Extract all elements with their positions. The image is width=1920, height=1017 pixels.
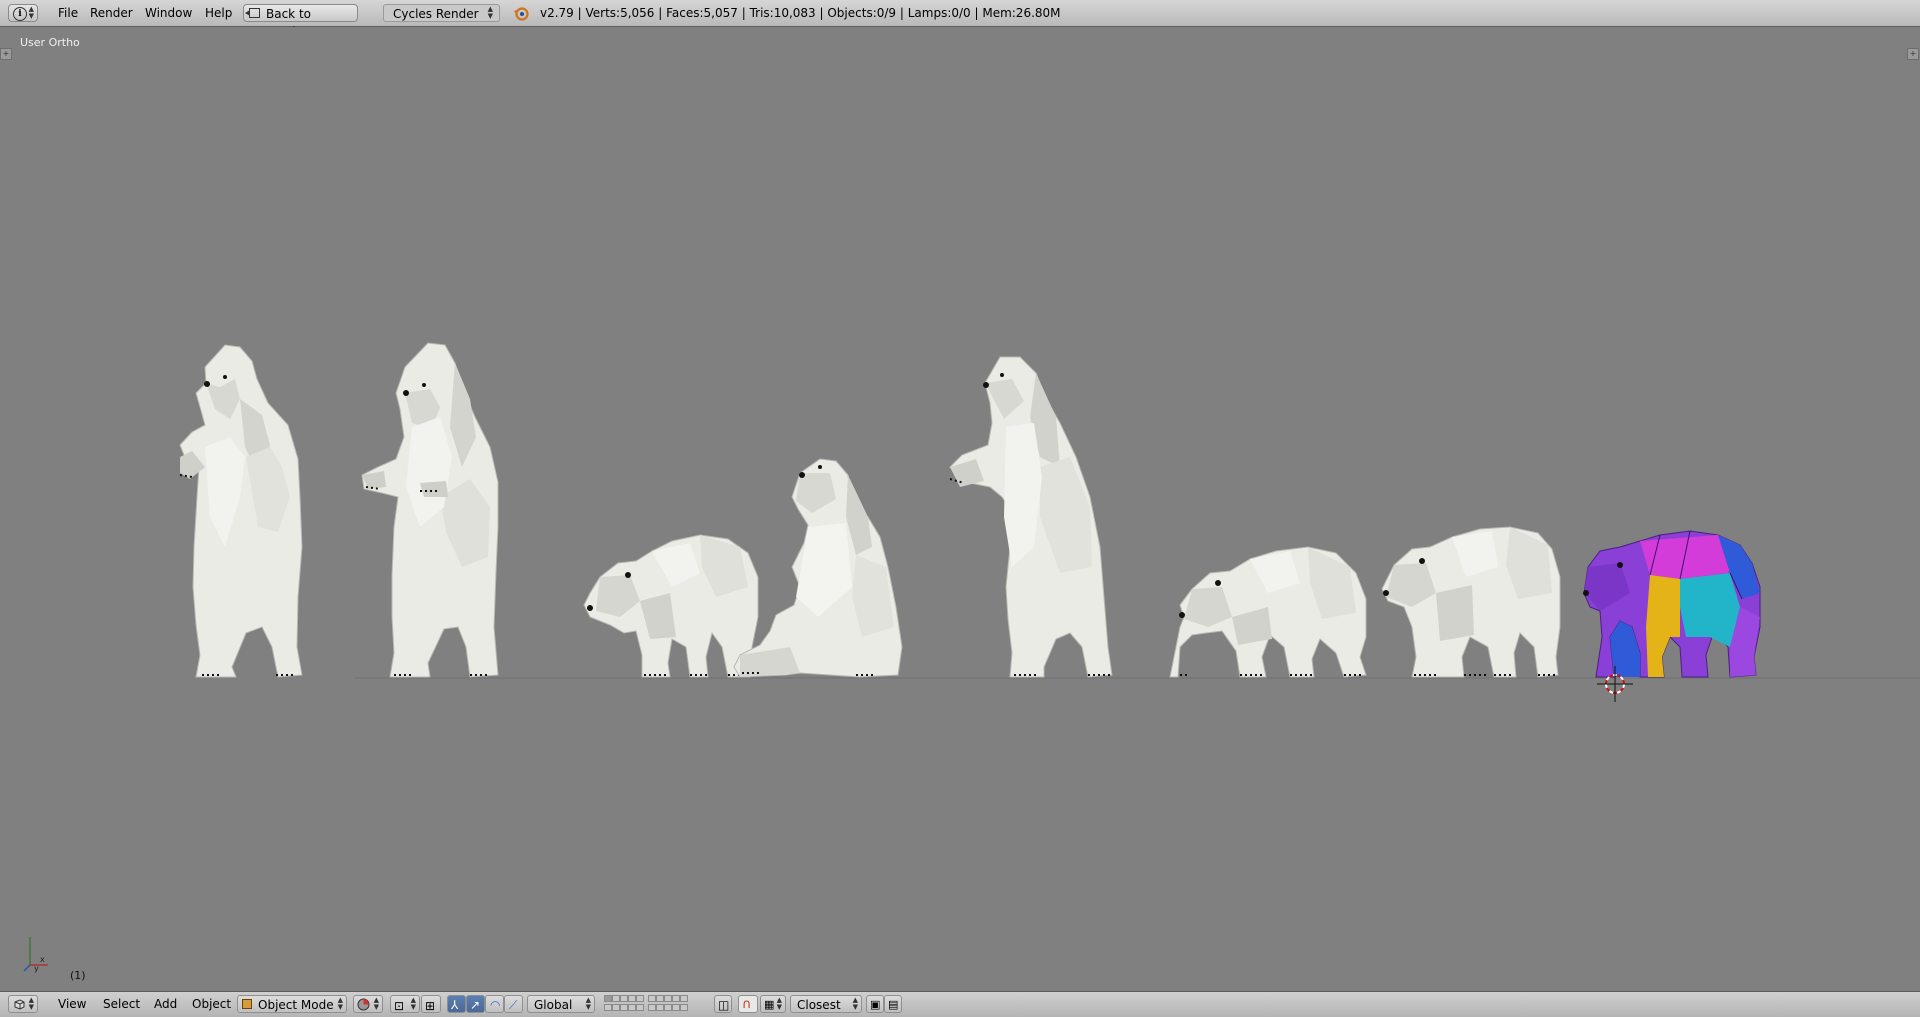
3d-view-header: ▲ ▼ View Select Add Object Object Mode ▲ ▼… (0, 991, 1920, 1017)
layer-12[interactable] (612, 1004, 620, 1011)
back-screen-icon (245, 8, 260, 18)
polar-bear-walking-1[interactable] (583, 534, 759, 678)
translate-arrow-icon: ↗ (470, 998, 481, 1012)
manipulator-icon: ⅄ (451, 998, 459, 1012)
updown-arrows-icon: ▲ ▼ (28, 996, 34, 1011)
layer-8[interactable] (664, 995, 672, 1002)
polar-bear-standing-3[interactable] (949, 356, 1113, 678)
layer-6[interactable] (648, 995, 656, 1002)
snap-element-select[interactable]: ▦ ▲ ▼ (760, 995, 786, 1013)
interaction-mode-value: Object Mode (258, 998, 334, 1012)
info-header: i ▲▼ File Render Window Help Back to Pre… (0, 0, 1920, 39)
object-mode-icon (242, 999, 252, 1009)
menu-file[interactable]: File (52, 4, 84, 22)
layer-9[interactable] (672, 995, 680, 1002)
polar-bear-sitting[interactable] (733, 458, 903, 678)
updown-arrows-icon: ▲ ▼ (852, 996, 858, 1011)
opengl-render-animation-button[interactable]: ▤ (884, 995, 902, 1013)
scene-canvas: x y (23, 342, 1920, 973)
axis-x-label: x (40, 955, 45, 964)
pivot-center-toggle[interactable]: ⊞ (421, 995, 441, 1013)
scale-handle-icon: ⟋ (509, 998, 518, 1012)
menu-object[interactable]: Object (186, 995, 237, 1013)
editor-type-button[interactable]: i ▲ ▼ (8, 4, 38, 22)
rotate-manipulator-toggle[interactable]: ◠ (485, 995, 504, 1013)
render-engine-value: Cycles Render (393, 7, 479, 21)
layer-18[interactable] (664, 1004, 672, 1011)
current-frame-label: (1) (70, 969, 86, 982)
viewport-shading-select[interactable]: ▲ ▼ (353, 995, 383, 1013)
layer-20[interactable] (680, 1004, 688, 1011)
snap-toggle[interactable]: ∩ (738, 995, 758, 1013)
opengl-render-image-button[interactable]: ▣ (866, 995, 884, 1013)
shading-sphere-icon (357, 998, 370, 1011)
manipulator-toggle[interactable]: ⅄ (447, 995, 466, 1013)
layer-14[interactable] (628, 1004, 636, 1011)
interaction-mode-select[interactable]: Object Mode ▲ ▼ (237, 995, 347, 1013)
updown-arrows-icon: ▲ ▼ (337, 996, 343, 1011)
layer-1-active-icon[interactable] (604, 995, 612, 1002)
blender-logo-icon (514, 7, 529, 21)
updown-arrows-icon: ▲ ▼ (28, 5, 34, 20)
menu-view[interactable]: View (52, 995, 92, 1013)
proportional-edit-icon: ◫ (718, 998, 730, 1012)
pivot-point-icon: ⊡ (394, 999, 405, 1013)
layer-buttons[interactable] (604, 995, 708, 1013)
updown-arrows-icon: ▲ ▼ (373, 996, 379, 1011)
proportional-edit-toggle[interactable]: ◫ (714, 995, 732, 1013)
polar-bear-standing-2[interactable] (361, 342, 499, 678)
menu-add[interactable]: Add (148, 995, 183, 1013)
layer-7[interactable] (656, 995, 664, 1002)
scale-manipulator-toggle[interactable]: ⟋ (504, 995, 523, 1013)
layer-2[interactable] (612, 995, 620, 1002)
render-engine-select[interactable]: Cycles Render ▲ ▼ (383, 4, 500, 22)
magnet-icon: ∩ (742, 997, 752, 1012)
transform-orientation-value: Global (534, 998, 573, 1012)
polar-bear-walking-2[interactable] (1169, 546, 1367, 678)
view-axis-gizmo-icon: x y (23, 937, 48, 973)
updown-arrows-icon: ▲ ▼ (585, 996, 591, 1011)
layer-5[interactable] (636, 995, 644, 1002)
transform-orientation-select[interactable]: Global ▲ ▼ (527, 995, 595, 1013)
layer-11[interactable] (604, 1004, 612, 1011)
pivot-center-icon: ⊞ (425, 999, 436, 1013)
layer-4[interactable] (628, 995, 636, 1002)
updown-arrows-icon: ▲ ▼ (410, 996, 416, 1011)
axis-y-label: y (34, 964, 39, 973)
updown-arrows-icon: ▲ ▼ (776, 996, 782, 1011)
layer-16[interactable] (648, 1004, 656, 1011)
menu-help[interactable]: Help (199, 4, 238, 22)
camera-icon: ▣ (870, 998, 881, 1011)
layer-19[interactable] (672, 1004, 680, 1011)
snap-increment-icon: ▦ (764, 998, 775, 1011)
layer-17[interactable] (656, 1004, 664, 1011)
clapperboard-icon: ▤ (888, 998, 899, 1011)
layer-3[interactable] (620, 995, 628, 1002)
editor-type-button[interactable]: ▲ ▼ (8, 995, 38, 1013)
polar-bear-standing-1[interactable] (179, 344, 303, 678)
layer-10[interactable] (680, 995, 688, 1002)
snap-target-value: Closest (797, 998, 841, 1012)
layer-13[interactable] (620, 1004, 628, 1011)
polar-bear-walking-3[interactable] (1381, 526, 1561, 678)
scene-stats: v2.79 | Verts:5,056 | Faces:5,057 | Tris… (540, 6, 1061, 20)
translate-manipulator-toggle[interactable]: ↗ (466, 995, 485, 1013)
layer-15[interactable] (636, 1004, 644, 1011)
polar-bear-uv-textured[interactable] (1583, 530, 1761, 678)
pivot-point-select[interactable]: ⊡ ▲ ▼ (390, 995, 420, 1013)
menu-window[interactable]: Window (139, 4, 198, 22)
rotate-arc-icon: ◠ (490, 998, 501, 1012)
back-to-previous-button[interactable]: Back to Previous (243, 4, 358, 39)
info-icon: i (13, 7, 27, 21)
menu-render[interactable]: Render (84, 4, 139, 22)
3d-viewport[interactable]: User Ortho + + x y (1) (0, 27, 1920, 991)
snap-target-select[interactable]: Closest ▲ ▼ (790, 995, 862, 1013)
menu-select[interactable]: Select (97, 995, 146, 1013)
updown-arrows-icon: ▲ ▼ (487, 5, 493, 20)
3d-view-editor-icon (14, 999, 25, 1010)
